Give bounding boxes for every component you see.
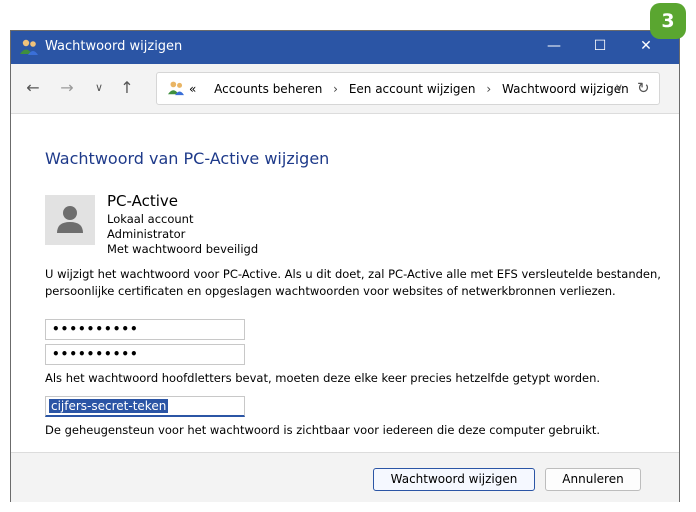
address-bar[interactable]: « Accounts beheren › Een account wijzige…	[156, 72, 660, 105]
navigation-bar: ← → ∨ ↑ « Accounts beheren › Een account…	[11, 64, 679, 114]
address-dropdown-chevron-icon[interactable]: ∨	[615, 81, 623, 94]
page-title: Wachtwoord van PC-Active wijzigen	[45, 149, 330, 168]
breadcrumb-item-account-wijzigen[interactable]: Een account wijzigen	[349, 82, 476, 96]
account-name: PC-Active	[107, 192, 179, 210]
user-avatar-icon	[57, 206, 83, 233]
breadcrumb-separator: ›	[333, 82, 338, 96]
up-arrow-icon[interactable]: ↑	[117, 78, 137, 98]
back-arrow-icon[interactable]: ←	[23, 78, 43, 98]
title-bar[interactable]: Wachtwoord wijzigen — ☐ ✕	[11, 31, 679, 64]
new-password-field[interactable]: ••••••••••	[45, 319, 245, 340]
case-sensitivity-note: Als het wachtwoord hoofdletters bevat, m…	[45, 371, 601, 385]
breadcrumb-overflow[interactable]: «	[189, 82, 196, 96]
forward-arrow-icon[interactable]: →	[57, 78, 77, 98]
password-hint-field[interactable]: cijfers-secret-teken	[45, 396, 245, 417]
change-password-button[interactable]: Wachtwoord wijzigen	[373, 468, 535, 491]
breadcrumb: « Accounts beheren › Een account wijzige…	[189, 82, 629, 96]
refresh-icon[interactable]: ↻	[637, 79, 650, 97]
recent-locations-chevron-icon[interactable]: ∨	[89, 78, 109, 98]
breadcrumb-separator: ›	[486, 82, 492, 96]
account-protection: Met wachtwoord beveiligd	[107, 242, 259, 256]
confirm-password-field[interactable]: ••••••••••	[45, 344, 245, 365]
minimize-button[interactable]: —	[531, 31, 577, 64]
password-hint-value: cijfers-secret-teken	[49, 399, 169, 413]
account-role: Administrator	[107, 227, 186, 241]
dialog-footer: Wachtwoord wijzigen Annuleren	[11, 452, 679, 502]
warning-text: U wijzigt het wachtwoord voor PC-Active.…	[45, 267, 661, 298]
breadcrumb-item-accounts-beheren[interactable]: Accounts beheren	[214, 82, 322, 96]
avatar	[45, 195, 95, 245]
maximize-button[interactable]: ☐	[577, 31, 623, 64]
users-icon	[20, 39, 38, 55]
account-type: Lokaal account	[107, 212, 194, 226]
cancel-button[interactable]: Annuleren	[545, 468, 641, 491]
window-title: Wachtwoord wijzigen	[45, 39, 183, 54]
step-number-badge: 3	[650, 3, 686, 39]
hint-visibility-note: De geheugensteun voor het wachtwoord is …	[45, 423, 601, 437]
users-icon	[168, 81, 184, 96]
change-password-window: Wachtwoord wijzigen — ☐ ✕ ← → ∨ ↑ « Acco…	[10, 30, 680, 502]
breadcrumb-item-wachtwoord-wijzigen[interactable]: Wachtwoord wijzigen	[502, 82, 629, 96]
